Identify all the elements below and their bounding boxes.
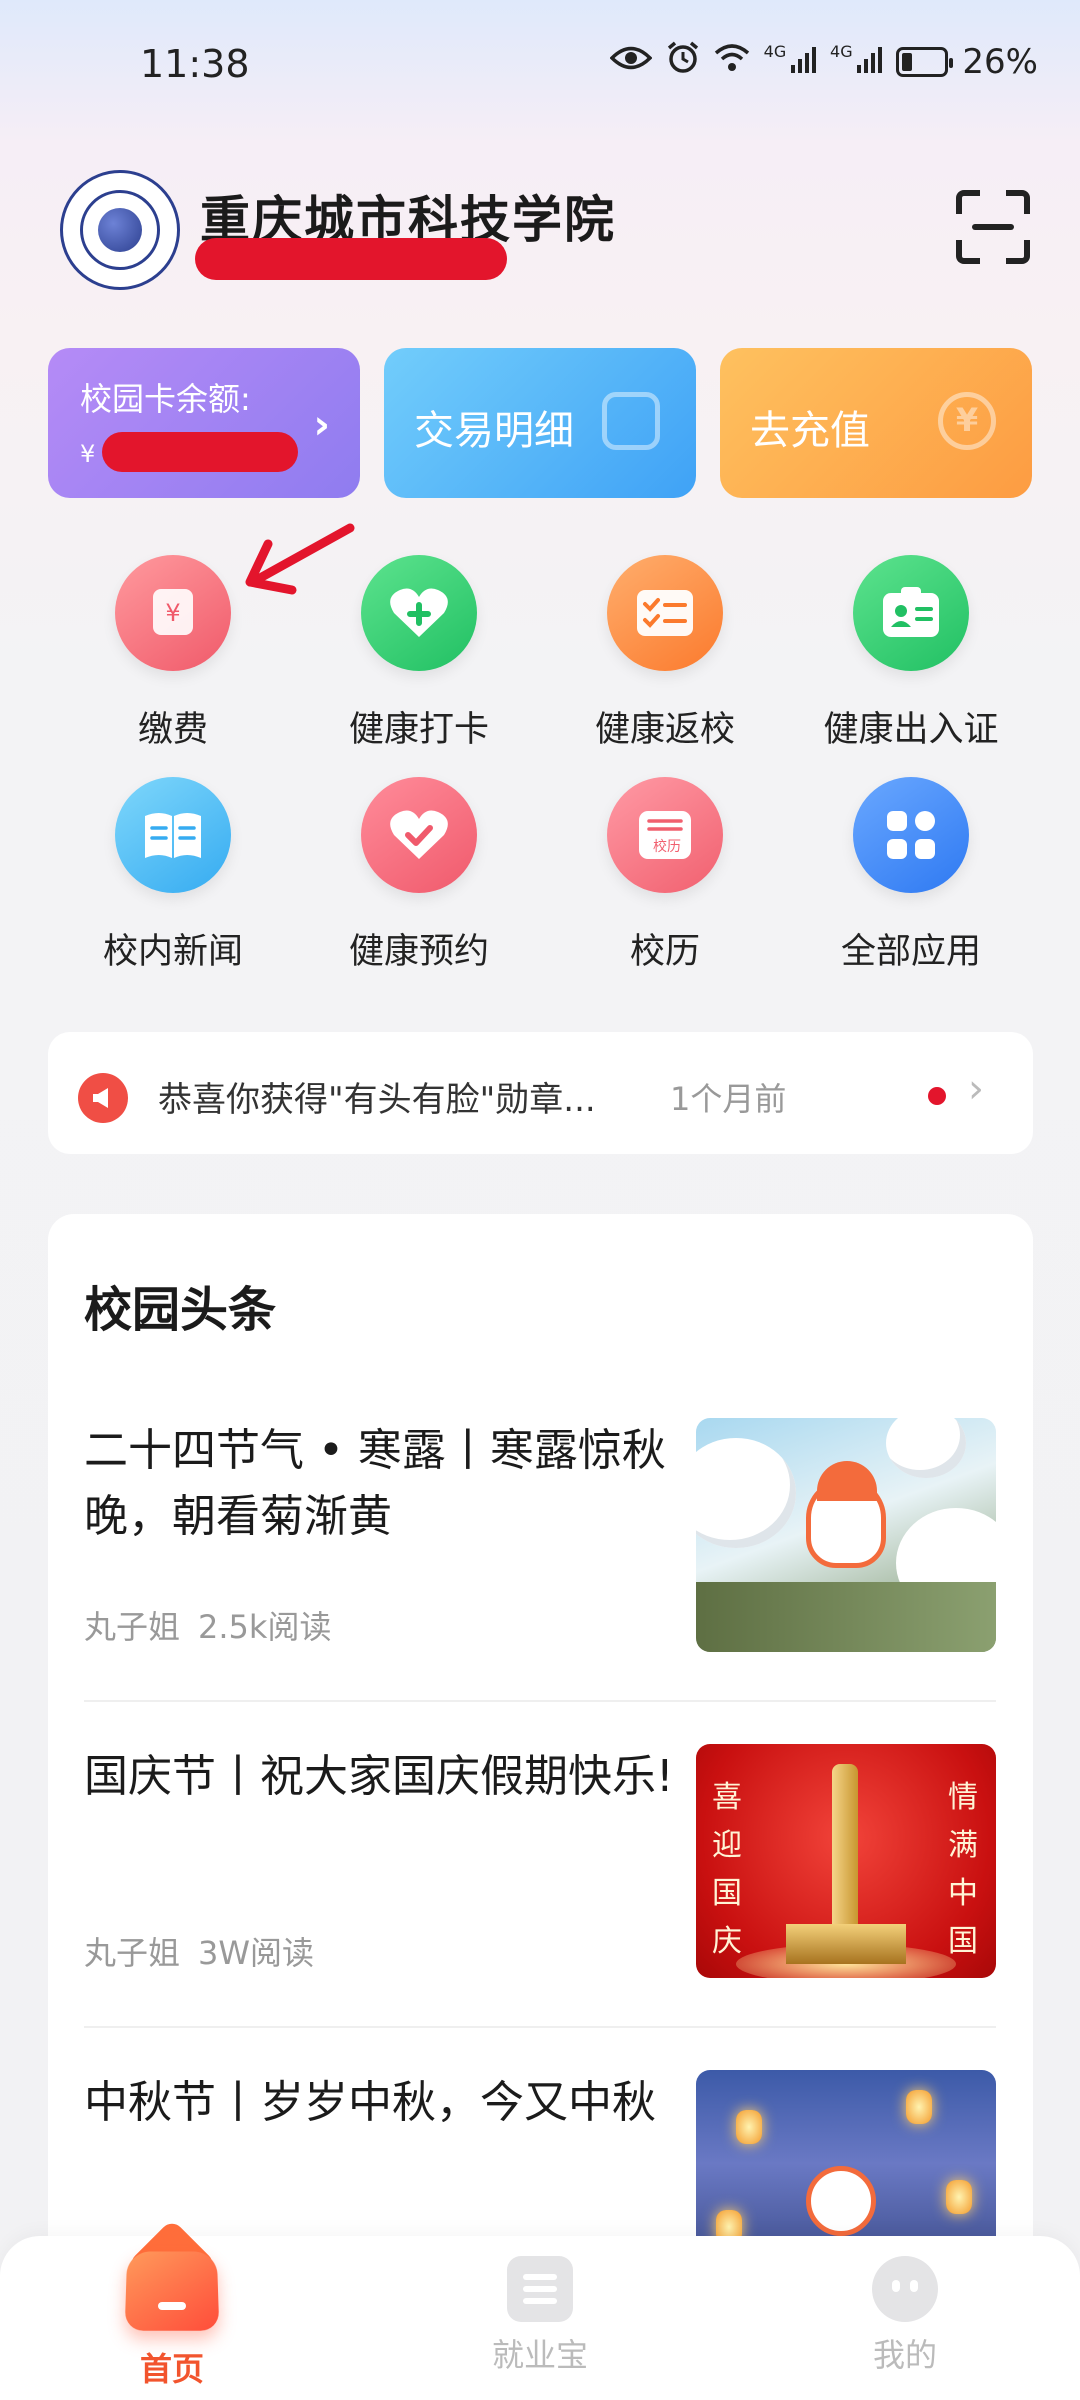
divider — [84, 1700, 996, 1702]
signal-icon: 4G — [764, 42, 816, 82]
tab-home[interactable]: 首页 — [72, 2256, 272, 2390]
chevron-right-icon: › — [314, 402, 330, 448]
article-thumbnail: 喜迎国庆 情满中国 — [696, 1744, 996, 1978]
balance-label: 校园卡余额: — [80, 374, 251, 420]
app-label: 健康返校 — [542, 701, 788, 752]
status-time: 11:38 — [140, 42, 250, 86]
app-label: 健康打卡 — [296, 701, 542, 752]
chevron-right-icon: › — [968, 1066, 984, 1112]
battery-percent: 26% — [962, 42, 1038, 82]
megaphone-icon — [78, 1073, 128, 1123]
article-title: 国庆节丨祝大家国庆假期快乐! — [84, 1744, 674, 1810]
app-payment[interactable]: ¥ 缴费 — [50, 555, 296, 765]
bottom-tab-bar: 首页 就业宝 我的 — [0, 2236, 1080, 2400]
article-title: 中秋节丨岁岁中秋，今又中秋 — [84, 2070, 674, 2136]
document-icon — [507, 2256, 573, 2322]
school-logo — [60, 170, 180, 290]
quick-cards: 校园卡余额: ¥ › 交易明细 去充值 ¥ — [48, 348, 1033, 498]
document-icon — [602, 392, 660, 450]
redaction-mark — [102, 432, 298, 472]
heart-plus-icon — [361, 555, 477, 671]
app-health-return[interactable]: 健康返校 — [542, 555, 788, 765]
news-article[interactable]: 国庆节丨祝大家国庆假期快乐! 丸子姐 3W阅读 喜迎国庆 情满中国 — [84, 1744, 996, 2069]
campus-headlines: 校园头条 二十四节气 • 寒露丨寒露惊秋晚，朝看菊渐黄 丸子姐 2.5k阅读 国庆… — [48, 1214, 1033, 2314]
app-label: 健康出入证 — [788, 701, 1034, 752]
transactions-card[interactable]: 交易明细 — [384, 348, 696, 498]
app-health-checkin[interactable]: 健康打卡 — [296, 555, 542, 765]
tab-profile[interactable]: 我的 — [805, 2256, 1005, 2376]
divider — [84, 2026, 996, 2028]
app-label: 校历 — [542, 923, 788, 974]
calendar-icon: 校历 — [607, 777, 723, 893]
app-health-pass[interactable]: 健康出入证 — [788, 555, 1034, 765]
signal-icon: 4G — [830, 42, 882, 82]
payment-receipt-icon: ¥ — [115, 555, 231, 671]
tab-label: 我的 — [805, 2330, 1005, 2376]
tab-label: 首页 — [72, 2344, 272, 2390]
article-reads: 3W阅读 — [198, 1934, 314, 1972]
app-health-booking[interactable]: 健康预约 — [296, 777, 542, 987]
grid-apps-icon — [853, 777, 969, 893]
svg-text:¥: ¥ — [165, 599, 180, 627]
status-bar: 11:38 4G 4G 26% — [0, 0, 1080, 130]
wifi-icon — [714, 42, 750, 82]
article-author: 丸子姐 — [84, 1934, 180, 1972]
tab-label: 就业宝 — [440, 2330, 640, 2376]
home-icon — [122, 2236, 222, 2336]
book-icon — [115, 777, 231, 893]
tab-employment[interactable]: 就业宝 — [440, 2256, 640, 2376]
svg-text:校历: 校历 — [653, 838, 681, 855]
smiley-face-icon — [872, 2256, 938, 2322]
checklist-icon — [607, 555, 723, 671]
id-card-icon — [853, 555, 969, 671]
article-thumbnail — [696, 1418, 996, 1652]
article-author: 丸子姐 — [84, 1608, 180, 1646]
redaction-mark — [195, 238, 507, 280]
balance-currency: ¥ — [80, 440, 95, 468]
eye-icon — [610, 42, 652, 82]
battery-icon — [896, 47, 948, 77]
alarm-icon — [666, 40, 700, 83]
network-type-label: 4G — [830, 42, 853, 61]
app-school-calendar[interactable]: 校历 校历 — [542, 777, 788, 987]
app-label: 健康预约 — [296, 923, 542, 974]
notice-time: 1个月前 — [670, 1074, 786, 1120]
app-label: 校内新闻 — [50, 923, 296, 974]
thumbnail-caption: 喜迎国庆 — [710, 1774, 744, 1966]
app-campus-news[interactable]: 校内新闻 — [50, 777, 296, 987]
network-type-label: 4G — [764, 42, 787, 61]
yen-coin-icon: ¥ — [938, 392, 996, 450]
scan-button[interactable] — [956, 190, 1030, 264]
recharge-card[interactable]: 去充值 ¥ — [720, 348, 1032, 498]
article-reads: 2.5k阅读 — [198, 1608, 331, 1646]
app-label: 全部应用 — [788, 923, 1034, 974]
status-icons: 4G 4G 26% — [610, 40, 1038, 83]
article-meta: 丸子姐 3W阅读 — [84, 1928, 332, 1974]
news-article[interactable]: 二十四节气 • 寒露丨寒露惊秋晚，朝看菊渐黄 丸子姐 2.5k阅读 — [84, 1418, 996, 1743]
notice-text: 恭喜你获得"有头有脸"勋章... — [158, 1072, 658, 1121]
transactions-label: 交易明细 — [414, 398, 574, 456]
article-meta: 丸子姐 2.5k阅读 — [84, 1602, 349, 1648]
article-title: 二十四节气 • 寒露丨寒露惊秋晚，朝看菊渐黄 — [84, 1418, 674, 1550]
thumbnail-caption: 情满中国 — [946, 1774, 980, 1966]
app-label: 缴费 — [50, 701, 296, 752]
heart-check-icon — [361, 777, 477, 893]
campus-card-balance[interactable]: 校园卡余额: ¥ › — [48, 348, 360, 498]
recharge-label: 去充值 — [750, 398, 870, 456]
app-all-apps[interactable]: 全部应用 — [788, 777, 1034, 987]
notice-bar[interactable]: 恭喜你获得"有头有脸"勋章... 1个月前 › — [48, 1032, 1033, 1154]
header: 重庆城市科技学院 — [60, 170, 1040, 290]
unread-dot — [928, 1087, 946, 1105]
section-title: 校园头条 — [84, 1270, 276, 1340]
